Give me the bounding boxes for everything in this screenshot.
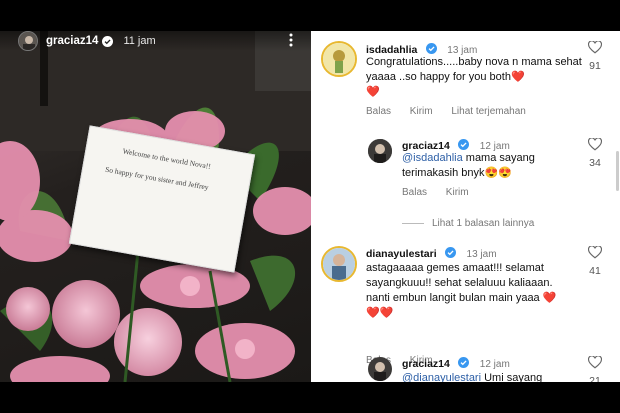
comment-text: @dianayulestari Umi sayang [402, 372, 543, 382]
avatar[interactable] [321, 41, 357, 77]
avatar[interactable] [368, 139, 392, 163]
send-button[interactable]: Kirim [446, 187, 469, 198]
heart-outline-icon[interactable] [588, 246, 602, 259]
heart-outline-icon[interactable] [588, 356, 602, 369]
heart-outline-icon[interactable] [588, 41, 602, 54]
avatar[interactable] [368, 357, 392, 381]
heart-emoji: ❤️ [542, 292, 557, 304]
reply-button[interactable]: Balas [402, 187, 427, 198]
send-button[interactable]: Kirim [410, 106, 433, 117]
verified-badge-icon [425, 43, 437, 54]
reply-button[interactable]: Balas [366, 106, 391, 117]
translate-button[interactable]: Lihat terjemahan [451, 106, 526, 117]
story-avatar[interactable] [18, 31, 38, 51]
story-panel[interactable]: Welcome to the world Nova!! So happy for… [0, 31, 311, 382]
viewport: Welcome to the world Nova!! So happy for… [0, 31, 620, 382]
comment-actions: Balas Kirim [402, 187, 485, 198]
more-vertical-icon[interactable] [289, 33, 293, 47]
like-count: 34 [589, 157, 601, 169]
like-count: 41 [589, 265, 601, 277]
comment-text: Congratulations.....baby nova n mama seh… [366, 56, 582, 98]
story-header: graciaz14 11 jam [0, 31, 311, 51]
comment-username[interactable]: dianayulestari [366, 248, 437, 260]
story-time: 11 jam [123, 35, 156, 47]
heart-outline-icon[interactable] [588, 138, 602, 151]
comments-panel[interactable]: isdadahlia 13 jam Congratulations.....ba… [311, 31, 620, 382]
like-count: 21 [589, 375, 601, 382]
verified-badge-icon [458, 357, 470, 368]
heart-eyes-emoji: 😍😍 [484, 167, 512, 179]
comment-text: astagaaaaa gemes amaat!!! selamat sayang… [366, 262, 557, 319]
story-username[interactable]: graciaz14 [46, 35, 98, 47]
verified-badge-icon [445, 247, 457, 258]
verified-badge-icon [102, 35, 114, 47]
avatar[interactable] [321, 246, 357, 282]
comment-time: 13 jam [466, 249, 497, 260]
like-count: 91 [589, 60, 601, 72]
comment-username[interactable]: graciaz14 [402, 358, 450, 370]
mention-link[interactable]: @dianayulestari [402, 372, 481, 382]
heart-emoji: ❤️ [510, 71, 525, 83]
mention-link[interactable]: @isdadahlia [402, 152, 463, 164]
scrollbar[interactable] [616, 151, 619, 191]
comment-actions: Balas Kirim Lihat terjemahan [366, 106, 542, 117]
view-more-replies-button[interactable]: Lihat 1 balasan lainnya [402, 218, 534, 229]
comment-time: 12 jam [479, 359, 510, 370]
verified-badge-icon [458, 139, 470, 150]
divider [402, 222, 424, 224]
comment-text: @isdadahlia mama sayang terimakasih bnyk… [402, 152, 535, 179]
heart-emoji: ❤️❤️ [366, 307, 394, 319]
heart-emoji: ❤️ [366, 86, 380, 98]
